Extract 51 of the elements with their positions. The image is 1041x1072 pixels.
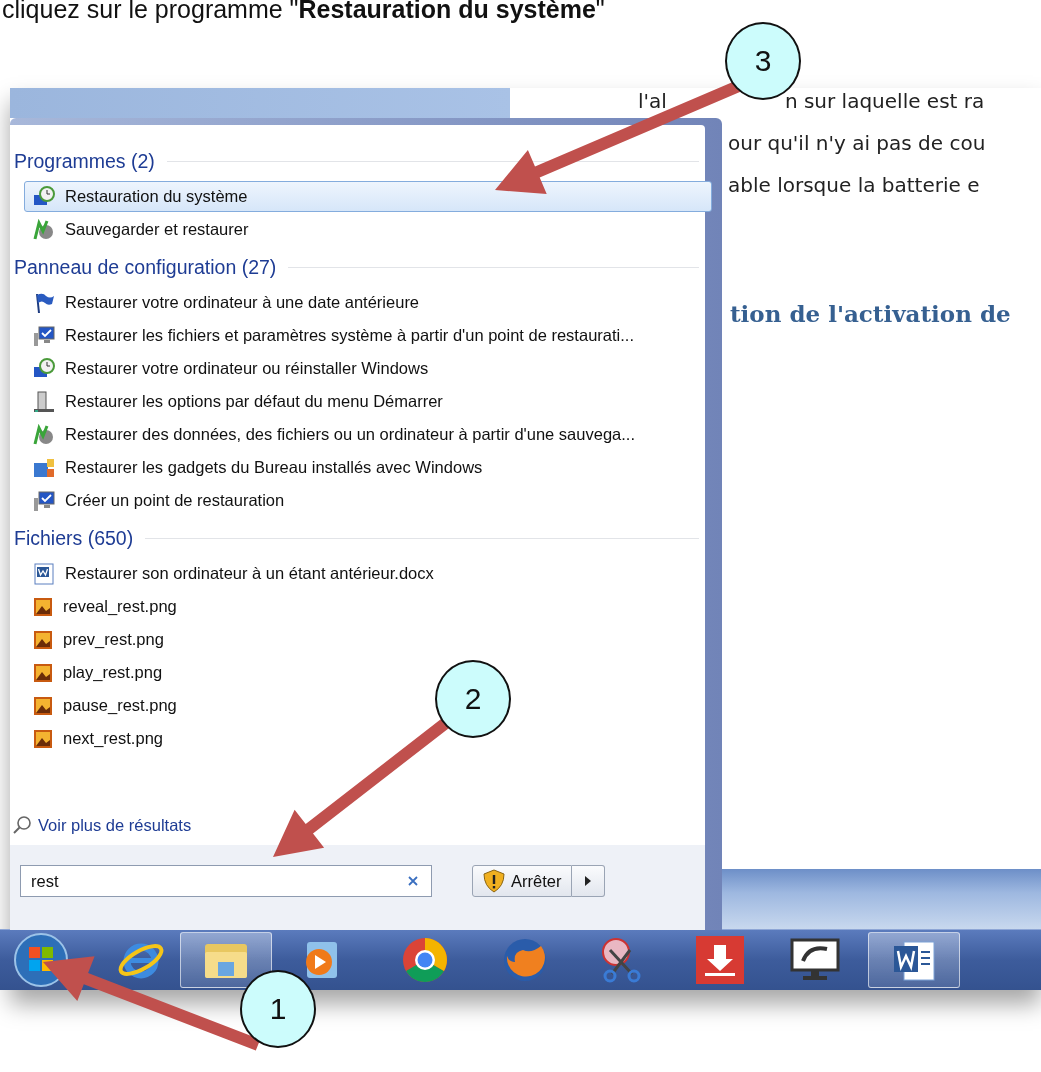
image-file-icon: [33, 695, 53, 716]
search-result[interactable]: Restaurer votre ordinateur à une date antérieure: [24, 287, 431, 318]
clear-icon[interactable]: [407, 875, 419, 887]
shutdown-button[interactable]: Arrêter: [472, 865, 573, 897]
search-result[interactable]: Restaurer votre ordinateur ou réinstaller Windows: [24, 353, 440, 384]
taskbar-button[interactable]: [868, 932, 960, 988]
document-text: our qu'il n'y ai pas de cou: [728, 131, 986, 155]
document-heading: tion de l'activation de: [729, 300, 1011, 327]
shield-icon: [483, 869, 505, 893]
download-icon: [695, 935, 745, 985]
search-field[interactable]: rest: [20, 865, 432, 897]
search-result[interactable]: Restaurer les fichiers et paramètres système à partir d'un point de restaurati...: [24, 320, 645, 351]
group-title: Panneau de configuration (27): [14, 255, 277, 279]
image-file-icon: [33, 596, 53, 617]
search-icon: [12, 815, 32, 835]
more-results-link[interactable]: Voir plus de résultats: [10, 815, 192, 835]
monitor-icon: [789, 937, 841, 983]
firefox-icon: [501, 936, 549, 984]
search-result[interactable]: play_rest.png: [24, 657, 174, 688]
computer-tower-icon: [33, 390, 55, 413]
search-result[interactable]: Restaurer les options par défaut du menu Démarrer: [24, 386, 454, 417]
group-title: Fichiers (650): [14, 526, 134, 550]
search-result[interactable]: prev_rest.png: [24, 624, 175, 655]
instruction-text: cliquez sur le programme "Restauration du système": [1, 0, 606, 24]
backup-icon: [33, 423, 55, 446]
search-result[interactable]: Restaurer des données, des fichiers ou un ordinateur à partir d'une sauvega...: [24, 419, 646, 450]
document-text: l'al: [638, 89, 667, 113]
search-result[interactable]: reveal_rest.png: [24, 591, 188, 622]
search-result[interactable]: Restauration du système: [24, 181, 712, 212]
search-result[interactable]: Restaurer les gadgets du Bureau installés avec Windows: [24, 452, 494, 483]
monitor-icon: [33, 489, 55, 512]
search-result[interactable]: Créer un point de restauration: [24, 485, 296, 516]
search-result[interactable]: Restaurer son ordinateur à un étant antérieur.docx: [24, 558, 445, 589]
shutdown-options-button[interactable]: [572, 865, 606, 897]
image-file-icon: [33, 629, 53, 650]
caret-icon: [584, 876, 593, 886]
document-icon: [33, 562, 55, 585]
image-file-icon: [33, 728, 53, 749]
search-result[interactable]: pause_rest.png: [24, 690, 188, 721]
monitor-icon: [33, 324, 55, 347]
document-text: able lorsque la batterie e: [728, 173, 980, 197]
group-title: Programmes (2): [14, 149, 155, 173]
chrome-icon: [401, 936, 449, 984]
flag-icon: [33, 291, 55, 314]
clock-monitor-icon: [33, 357, 55, 380]
search-result[interactable]: next_rest.png: [24, 723, 174, 754]
image-file-icon: [33, 662, 53, 683]
search-result[interactable]: Sauvegarder et restaurer: [24, 214, 260, 245]
backup-icon: [33, 218, 55, 241]
clock-monitor-icon: [33, 185, 55, 208]
gadgets-icon: [33, 456, 55, 479]
